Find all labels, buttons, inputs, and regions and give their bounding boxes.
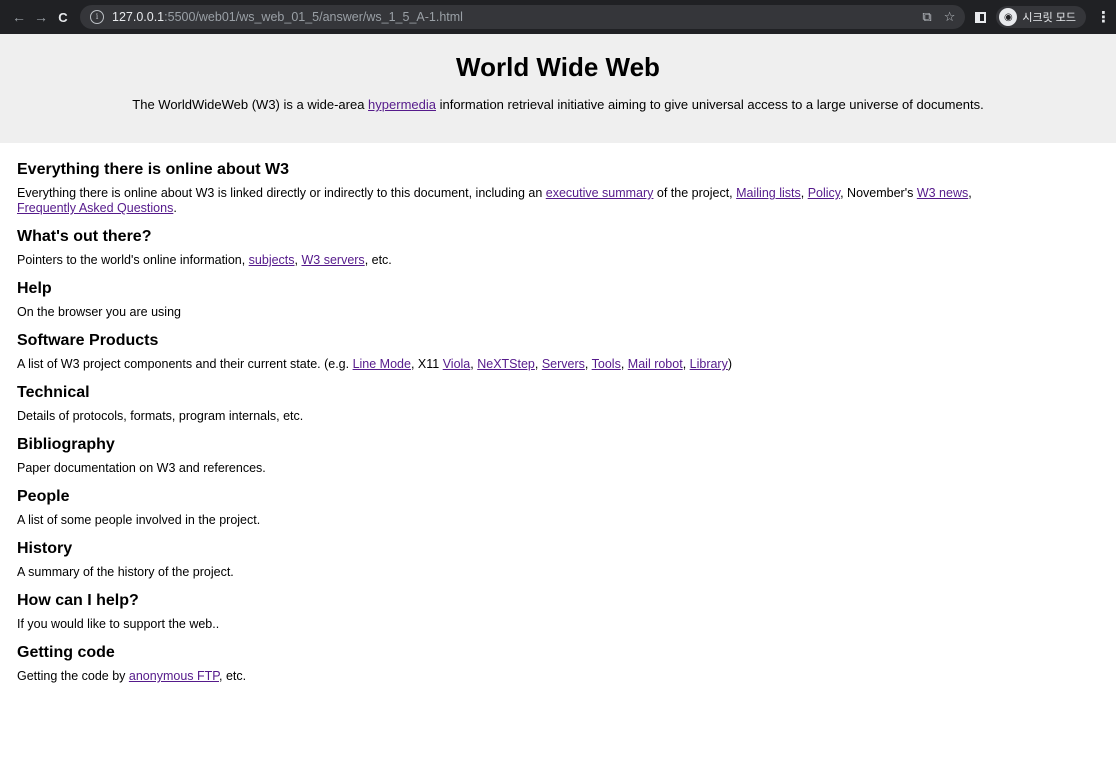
profile-label: 시크릿 모드 [1022, 12, 1076, 24]
w3-news-link[interactable]: W3 news [917, 186, 968, 200]
policy-link[interactable]: Policy [808, 186, 840, 200]
site-info-icon[interactable]: i [90, 10, 104, 24]
faq-link[interactable]: Frequently Asked Questions [17, 201, 173, 215]
section-text: If you would like to support the web.. [17, 617, 220, 631]
browser-toolbar: ← → C i 127.0.0.1:5500/web01/ws_web_01_5… [0, 0, 1116, 34]
section-heading: Technical [17, 384, 90, 401]
section-heading: Getting code [17, 644, 115, 661]
nextstep-link[interactable]: NeXTStep [477, 357, 535, 371]
section-heading: Software Products [17, 332, 159, 349]
hypermedia-link[interactable]: hypermedia [368, 97, 436, 112]
section-text: Everything there is online about W3 is l… [17, 186, 972, 215]
address-bar[interactable]: i 127.0.0.1:5500/web01/ws_web_01_5/answe… [80, 5, 966, 29]
main-content: Everything there is online about W3 Ever… [0, 143, 1116, 684]
section-text: A list of some people involved in the pr… [17, 513, 261, 527]
section-text: Paper documentation on W3 and references… [17, 461, 266, 475]
mail-robot-link[interactable]: Mail robot [628, 357, 683, 371]
section-heading: Help [17, 280, 52, 297]
section-heading: How can I help? [17, 592, 139, 609]
incognito-icon: ◉ [999, 8, 1018, 26]
bookmark-star-icon[interactable]: ☆ [944, 9, 956, 25]
section-how-can-i-help: How can I help? If you would like to sup… [17, 591, 1099, 632]
page-title: World Wide Web [456, 52, 660, 82]
section-heading: People [17, 488, 70, 505]
section-text: Pointers to the world's online informati… [17, 253, 392, 267]
page-header: World Wide Web The WorldWideWeb (W3) is … [0, 34, 1116, 143]
executive-summary-link[interactable]: executive summary [546, 186, 654, 200]
menu-kebab-icon[interactable]: ⋮ [1096, 8, 1111, 26]
mailing-lists-link[interactable]: Mailing lists [736, 186, 801, 200]
section-whats-out-there: What's out there? Pointers to the world'… [17, 227, 1099, 268]
section-heading: Everything there is online about W3 [17, 161, 290, 178]
line-mode-link[interactable]: Line Mode [353, 357, 411, 371]
anonymous-ftp-link[interactable]: anonymous FTP [129, 669, 219, 683]
section-heading: What's out there? [17, 228, 152, 245]
section-software-products: Software Products A list of W3 project c… [17, 331, 1099, 372]
subjects-link[interactable]: subjects [249, 253, 295, 267]
back-arrow-icon[interactable]: ← [8, 6, 30, 28]
section-text: Details of protocols, formats, program i… [17, 409, 304, 423]
url-path: :5500/web01/ws_web_01_5/answer/ws_1_5_A-… [164, 10, 463, 24]
servers-link[interactable]: Servers [542, 357, 585, 371]
side-panel-icon[interactable] [975, 11, 987, 23]
incognito-profile-button[interactable]: ◉ 시크릿 모드 [996, 6, 1086, 28]
section-heading: History [17, 540, 73, 557]
library-link[interactable]: Library [690, 357, 728, 371]
w3-servers-link[interactable]: W3 servers [301, 253, 364, 267]
viola-link[interactable]: Viola [443, 357, 471, 371]
section-text: On the browser you are using [17, 305, 181, 319]
section-history: History A summary of the history of the … [17, 539, 1099, 580]
section-getting-code: Getting code Getting the code by anonymo… [17, 643, 1099, 684]
section-text: A summary of the history of the project. [17, 565, 234, 579]
section-people: People A list of some people involved in… [17, 487, 1099, 528]
section-help: Help On the browser you are using [17, 279, 1099, 320]
section-text: A list of W3 project components and thei… [17, 357, 733, 371]
translate-icon[interactable]: ⧉ [922, 9, 931, 25]
section-everything: Everything there is online about W3 Ever… [17, 160, 1099, 216]
section-technical: Technical Details of protocols, formats,… [17, 383, 1099, 424]
tools-link[interactable]: Tools [592, 357, 621, 371]
url-host: 127.0.0.1 [112, 10, 165, 24]
reload-icon[interactable]: C [52, 6, 74, 28]
forward-arrow-icon[interactable]: → [30, 6, 52, 28]
section-heading: Bibliography [17, 436, 115, 453]
intro-text: The WorldWideWeb (W3) is a wide-area hyp… [132, 97, 984, 112]
section-text: Getting the code by anonymous FTP, etc. [17, 669, 247, 683]
section-bibliography: Bibliography Paper documentation on W3 a… [17, 435, 1099, 476]
